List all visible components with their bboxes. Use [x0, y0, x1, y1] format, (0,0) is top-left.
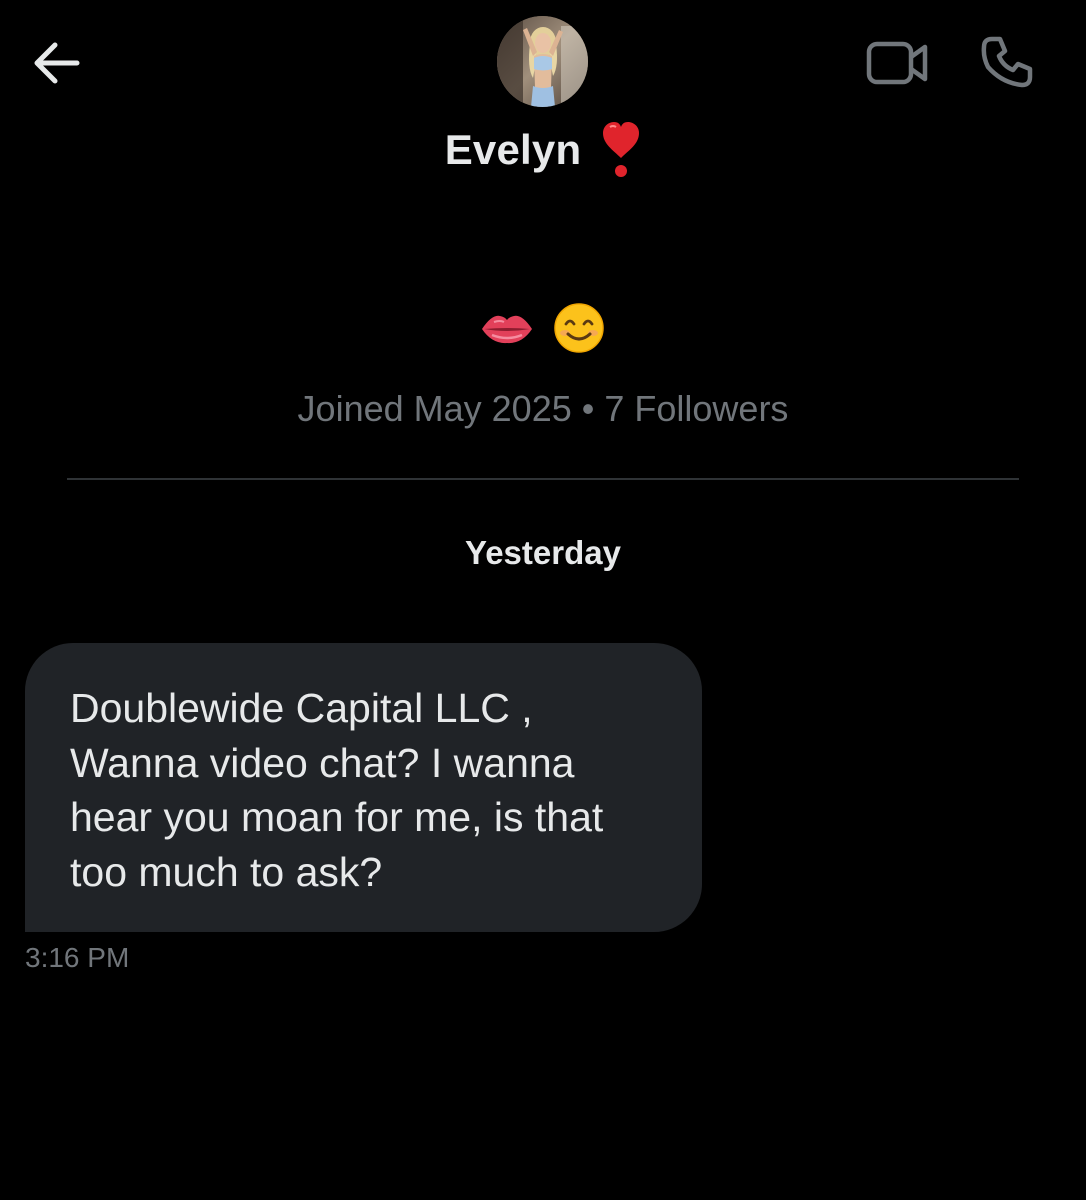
audio-call-button[interactable]: [974, 32, 1040, 92]
profile-bio: [0, 302, 1086, 354]
video-camera-icon: [866, 41, 928, 85]
phone-icon: [981, 36, 1033, 88]
contact-name: Evelyn: [444, 126, 582, 173]
message-timestamp: 3:16 PM: [25, 942, 130, 973]
message-text-line: hear you moan for me, is that: [70, 794, 604, 840]
message-text-line: Doublewide Capital LLC ,: [70, 685, 533, 731]
video-call-button[interactable]: [862, 36, 932, 90]
profile-photo: [497, 16, 588, 107]
followers-count[interactable]: 7 Followers: [604, 388, 788, 429]
profile-meta: Joined May 2025 • 7 Followers: [0, 388, 1086, 430]
avatar[interactable]: [497, 16, 588, 107]
contact-name-row[interactable]: Evelyn: [0, 122, 1086, 178]
smiling-face-emoji: [554, 303, 604, 353]
dm-conversation-screen: Evelyn Joined May 2025 • 7 Followers Yes…: [0, 0, 1086, 1200]
date-separator: Yesterday: [465, 534, 621, 571]
arrow-left-icon: [34, 42, 80, 84]
message-bubble[interactable]: Doublewide Capital LLC , Wanna video cha…: [25, 643, 702, 932]
back-button[interactable]: [28, 38, 84, 88]
heart-exclamation-icon: [603, 122, 640, 177]
message-text-line: Wanna video chat? I wanna: [70, 739, 575, 786]
joined-date: Joined May 2025: [297, 388, 572, 429]
lips-emoji: [482, 315, 532, 344]
meta-separator: •: [581, 388, 595, 429]
divider: [67, 478, 1019, 480]
message-text-line: too much to ask?: [70, 848, 383, 895]
